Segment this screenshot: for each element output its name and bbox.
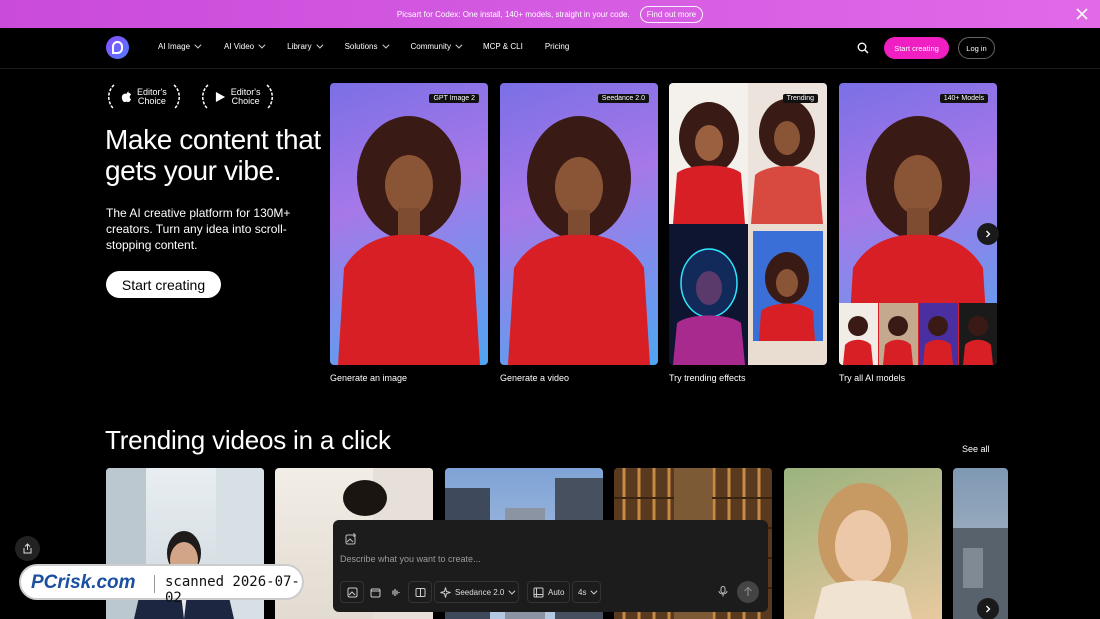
hero-subtitle: The AI creative platform for 130M+ creat…	[106, 206, 291, 252]
nav-item-ai-video[interactable]: AI Video	[224, 41, 266, 51]
chevron-down-icon	[508, 587, 516, 595]
chevron-right-icon	[986, 605, 991, 613]
chevron-down-icon	[194, 41, 202, 49]
card-label[interactable]: Try trending effects	[669, 373, 746, 383]
audio-mode-button[interactable]	[383, 581, 407, 603]
chevron-down-icon	[315, 41, 324, 49]
award-google-play: Editor's Choice	[200, 84, 276, 110]
nav-item-mcp-cli[interactable]: MCP & CLI	[483, 42, 523, 51]
laurel-left-icon	[108, 84, 115, 110]
portrait-image	[508, 116, 650, 365]
trending-title: Trending videos in a click	[105, 425, 391, 455]
chevron-down-icon	[258, 41, 266, 49]
nav-item-pricing[interactable]: Pricing	[545, 42, 569, 51]
nav-item-community[interactable]: Community	[411, 41, 463, 51]
watermark-text: scanned 2026-07-02	[165, 574, 300, 606]
card-tag: GPT Image 2	[429, 94, 479, 103]
send-button[interactable]	[737, 581, 759, 603]
duration-select[interactable]: 4s	[572, 581, 602, 603]
card-label[interactable]: Generate an image	[330, 373, 407, 383]
laurel-left-icon	[201, 84, 209, 110]
video-thumbnail	[953, 528, 1008, 619]
logo-mark	[112, 41, 123, 54]
portrait-image	[338, 116, 480, 365]
waveform-icon	[391, 588, 400, 596]
log-in-button[interactable]: Log in	[958, 37, 995, 59]
carousel-next-button[interactable]	[977, 223, 999, 245]
trending-video-card[interactable]	[953, 468, 1008, 619]
award-apple: Editor's Choice	[106, 84, 182, 110]
card-tag: Trending	[782, 94, 818, 103]
close-icon[interactable]	[1074, 6, 1090, 22]
chevron-down-icon	[381, 41, 389, 49]
card-generate-image[interactable]: GPT Image 2	[330, 83, 488, 365]
aspect-ratio-icon	[533, 587, 544, 597]
card-label[interactable]: Generate a video	[500, 373, 569, 383]
laurel-right-icon	[173, 84, 180, 110]
card-generate-video[interactable]: Seedance 2.0	[500, 83, 658, 365]
find-out-more-button[interactable]: Find out more	[639, 5, 704, 23]
portrait-image	[839, 116, 997, 365]
sparkle-icon	[440, 586, 451, 598]
card-label[interactable]: Try all AI models	[839, 373, 905, 383]
arrow-up-icon	[744, 586, 752, 596]
card-tag: 140+ Models	[939, 94, 988, 103]
book-button[interactable]	[408, 581, 432, 603]
chevron-right-icon	[986, 230, 991, 238]
trending-next-button[interactable]	[977, 598, 999, 619]
add-image-icon[interactable]	[345, 533, 357, 545]
watermark-logo: PCrisk.com	[31, 572, 136, 593]
laurel-right-icon	[266, 84, 274, 110]
nav-menu: AI Image AI Video Library Solutions Comm…	[158, 41, 569, 51]
nav-item-solutions[interactable]: Solutions	[345, 41, 389, 51]
model-select[interactable]: Seedance 2.0	[434, 581, 520, 603]
start-creating-nav-button[interactable]: Start creating	[884, 37, 949, 59]
microphone-icon[interactable]	[718, 586, 728, 597]
effects-collage-image	[669, 83, 827, 365]
card-trending-effects[interactable]: Trending	[669, 83, 827, 365]
trending-video-card[interactable]	[784, 468, 942, 619]
prompt-input[interactable]: Describe what you want to create...	[340, 554, 481, 564]
share-icon	[23, 543, 32, 554]
aspect-ratio-select[interactable]: Auto	[527, 581, 571, 603]
hero-title: Make content that gets your vibe.	[105, 124, 321, 186]
google-play-icon	[215, 91, 225, 103]
aspect-ratio-label: Auto	[548, 587, 565, 597]
chevron-down-icon	[590, 587, 598, 595]
model-label: Seedance 2.0	[455, 587, 505, 597]
image-icon	[347, 587, 357, 597]
prompt-panel: Describe what you want to create... Seed…	[333, 520, 768, 612]
image-mode-button[interactable]	[340, 581, 364, 603]
card-tag: Seedance 2.0	[597, 94, 649, 103]
book-icon	[415, 587, 425, 597]
duration-label: 4s	[578, 587, 587, 597]
video-thumbnail	[814, 483, 912, 619]
chevron-down-icon	[455, 41, 463, 49]
card-all-ai-models[interactable]: 140+ Models	[839, 83, 997, 365]
nav-item-ai-image[interactable]: AI Image	[158, 41, 202, 51]
award-text: Editor's Choice	[230, 87, 261, 106]
scan-watermark: PCrisk.com scanned 2026-07-02	[19, 564, 304, 606]
see-all-link[interactable]: See all	[962, 444, 990, 454]
awards: Editor's Choice Editor's Choice	[106, 84, 275, 110]
promo-banner: Picsart for Codex: One install, 140+ mod…	[0, 0, 1100, 28]
page: Picsart for Codex: One install, 140+ mod…	[0, 0, 1100, 619]
watermark-divider	[154, 575, 155, 593]
search-icon[interactable]	[857, 42, 869, 54]
hero-start-creating-button[interactable]: Start creating	[106, 271, 221, 298]
top-nav: AI Image AI Video Library Solutions Comm…	[0, 28, 1100, 69]
award-text: Editor's Choice	[137, 87, 167, 106]
promo-text: Picsart for Codex: One install, 140+ mod…	[396, 9, 630, 19]
share-button[interactable]	[15, 536, 40, 561]
nav-item-library[interactable]: Library	[287, 41, 324, 51]
video-icon	[370, 588, 380, 597]
apple-icon	[121, 91, 132, 103]
picsart-logo[interactable]	[106, 36, 129, 59]
